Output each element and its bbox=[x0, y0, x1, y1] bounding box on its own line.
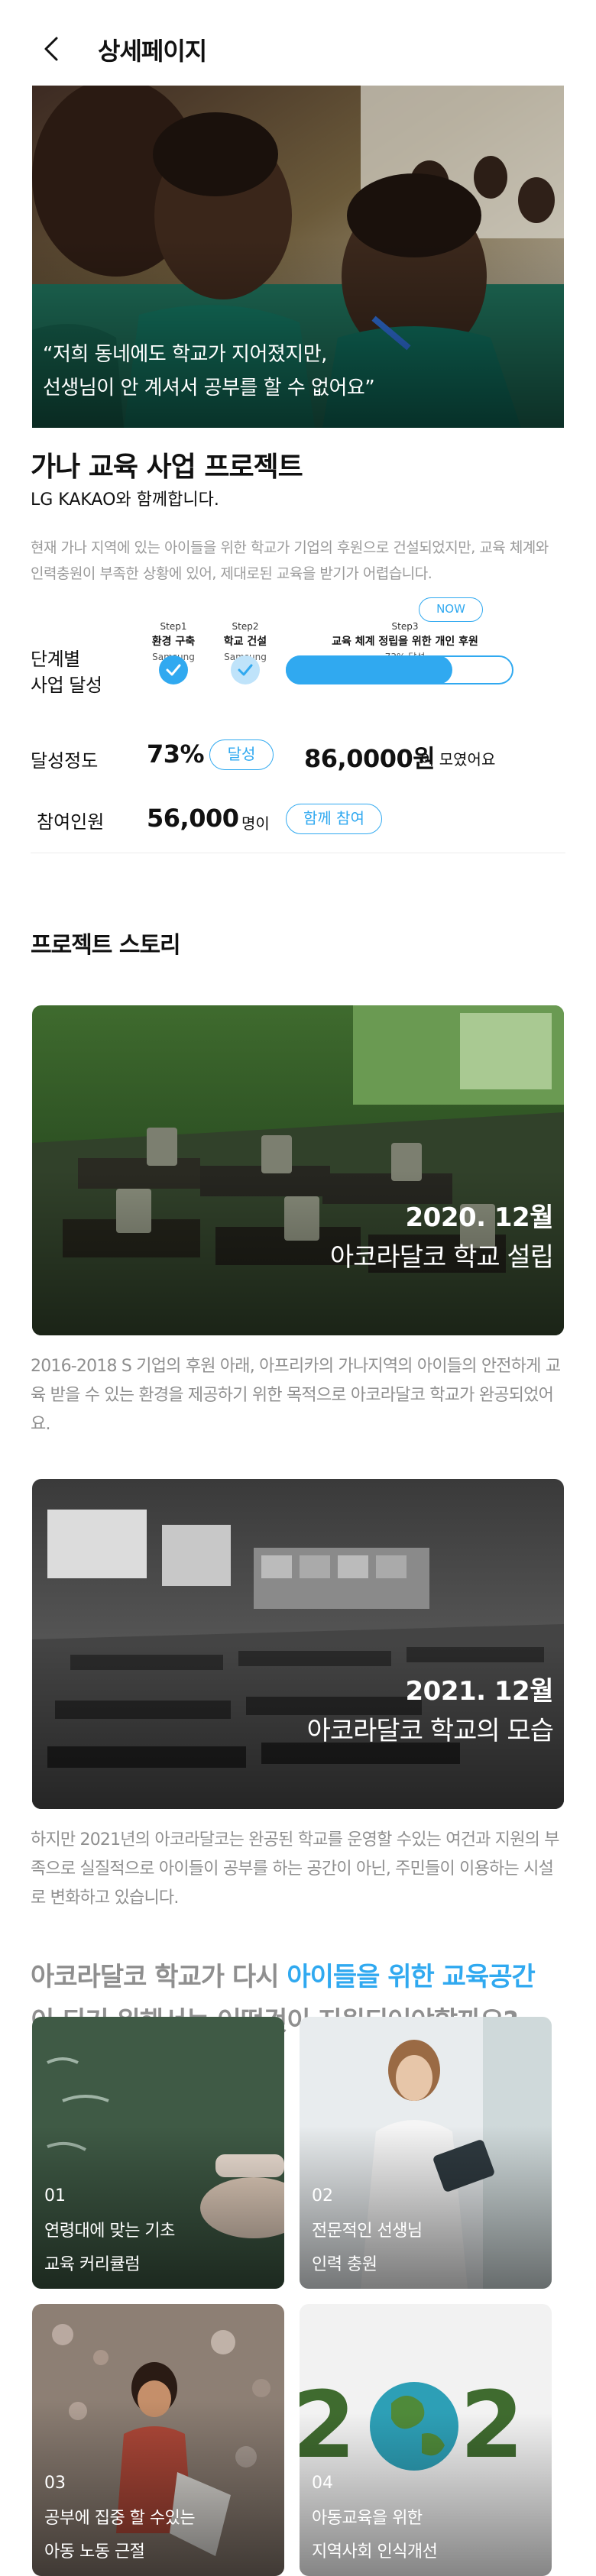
support-card-teachers[interactable]: 02 전문적인 선생님 인력 충원 bbox=[300, 2017, 552, 2289]
support-question-line1: 아코라달코 학교가 다시 아이들을 위한 교육공간 bbox=[31, 1956, 536, 1993]
support-card-child-labor[interactable]: 03 공부에 집중 할 수있는 아동 노동 근절 bbox=[32, 2304, 284, 2576]
card-2-number: 02 bbox=[312, 2186, 333, 2205]
step-1-number: Step1 bbox=[160, 621, 187, 632]
now-badge: NOW bbox=[419, 597, 483, 622]
card-4-line2: 지역사회 인식개선 bbox=[312, 2542, 438, 2561]
project-title: 가나 교육 사업 프로젝트 bbox=[31, 451, 303, 483]
story-section-title: 프로젝트 스토리 bbox=[31, 932, 181, 959]
story-1-text: 2016-2018 S 기업의 후원 아래, 아프리카의 가나지역의 아이들의 … bbox=[31, 1357, 561, 1434]
participants-count: 56,000 bbox=[147, 804, 239, 833]
step-2-complete-icon bbox=[231, 655, 260, 684]
participants-unit: 명이 bbox=[241, 814, 270, 833]
step-2-title: 학교 건설 bbox=[223, 636, 267, 648]
story-1-caption: 아코라달코 학교 설립 bbox=[329, 1242, 554, 1273]
story-1-date: 2020. 12월 bbox=[405, 1202, 554, 1233]
story-image-classroom-2020: 2020. 12월 아코라달코 학교 설립 bbox=[32, 1005, 564, 1335]
steps-label-line1: 단계별 bbox=[31, 649, 80, 670]
step-1-title: 환경 구축 bbox=[151, 636, 196, 648]
card-3-line2: 아동 노동 근절 bbox=[44, 2542, 145, 2561]
step-3-title: 교육 체계 정립을 위한 개인 후원 bbox=[332, 636, 478, 648]
join-button[interactable]: 함께 참여 bbox=[286, 804, 382, 834]
hero-image: “저희 동네에도 학교가 지어졌지만, 선생님이 안 계셔서 공부를 할 수 없… bbox=[32, 86, 564, 428]
story-2-text: 하지만 2021년의 아코라달코는 완공된 학교를 운영할 수있는 여건과 지원… bbox=[31, 1830, 560, 1908]
card-3-line1: 공부에 집중 할 수있는 bbox=[44, 2509, 196, 2528]
card-4-line1: 아동교육을 위한 bbox=[312, 2509, 423, 2528]
step-2-number: Step2 bbox=[232, 621, 259, 632]
achievement-percent: 73% bbox=[147, 739, 205, 769]
story-image-classroom-2021: 2021. 12월 아코라달코 학교의 모습 bbox=[32, 1479, 564, 1809]
story-2-date: 2021. 12월 bbox=[405, 1676, 554, 1707]
support-card-community-awareness[interactable]: 2 2 04 아동교육을 위한 지역사회 인식개선 bbox=[300, 2304, 552, 2576]
card-2-line1: 전문적인 선생님 bbox=[312, 2222, 423, 2241]
achievement-amount: 86,0000원 bbox=[304, 744, 436, 773]
steps-label-line2: 사업 달성 bbox=[31, 675, 102, 696]
steps-label: 단계별 사업 달성 bbox=[31, 646, 102, 698]
back-arrow-icon[interactable] bbox=[40, 34, 64, 64]
step-3-number: Step3 bbox=[391, 621, 419, 632]
participants-label: 참여인원 bbox=[37, 811, 105, 833]
card-2-line2: 인력 충원 bbox=[312, 2255, 377, 2274]
hero-quote: “저희 동네에도 학교가 지어졌지만, 선생님이 안 계셔서 공부를 할 수 없… bbox=[43, 343, 375, 400]
achievement-badge: 달성 bbox=[209, 739, 274, 770]
project-description: 현재 가나 지역에 있는 아이들을 위한 학교가 기업의 후원으로 건설되었지만… bbox=[31, 539, 549, 582]
support-card-curriculum[interactable]: 01 연령대에 맞는 기초 교육 커리큘럼 bbox=[32, 2017, 284, 2289]
card-1-line2: 교육 커리큘럼 bbox=[44, 2255, 140, 2274]
achievement-amount-suffix: 이 모였어요 bbox=[420, 750, 496, 769]
card-1-line1: 연령대에 맞는 기초 bbox=[44, 2222, 175, 2241]
step-1-complete-icon bbox=[159, 655, 188, 684]
card-4-number: 04 bbox=[312, 2474, 333, 2493]
card-1-number: 01 bbox=[44, 2186, 66, 2205]
top-app-bar: 상세페이지 bbox=[0, 0, 596, 86]
story-2-caption: 아코라달코 학교의 모습 bbox=[306, 1716, 554, 1746]
card-3-number: 03 bbox=[44, 2474, 66, 2493]
step-3-progress-fill bbox=[286, 655, 452, 684]
question-prefix: 아코라달코 학교가 다시 bbox=[31, 1962, 287, 1992]
page-title: 상세페이지 bbox=[98, 37, 207, 66]
question-accent: 아이들을 위한 교육공간 bbox=[287, 1962, 535, 1992]
project-partners: LG KAKAO와 함께합니다. bbox=[31, 490, 219, 510]
achievement-label: 달성정도 bbox=[31, 750, 99, 772]
